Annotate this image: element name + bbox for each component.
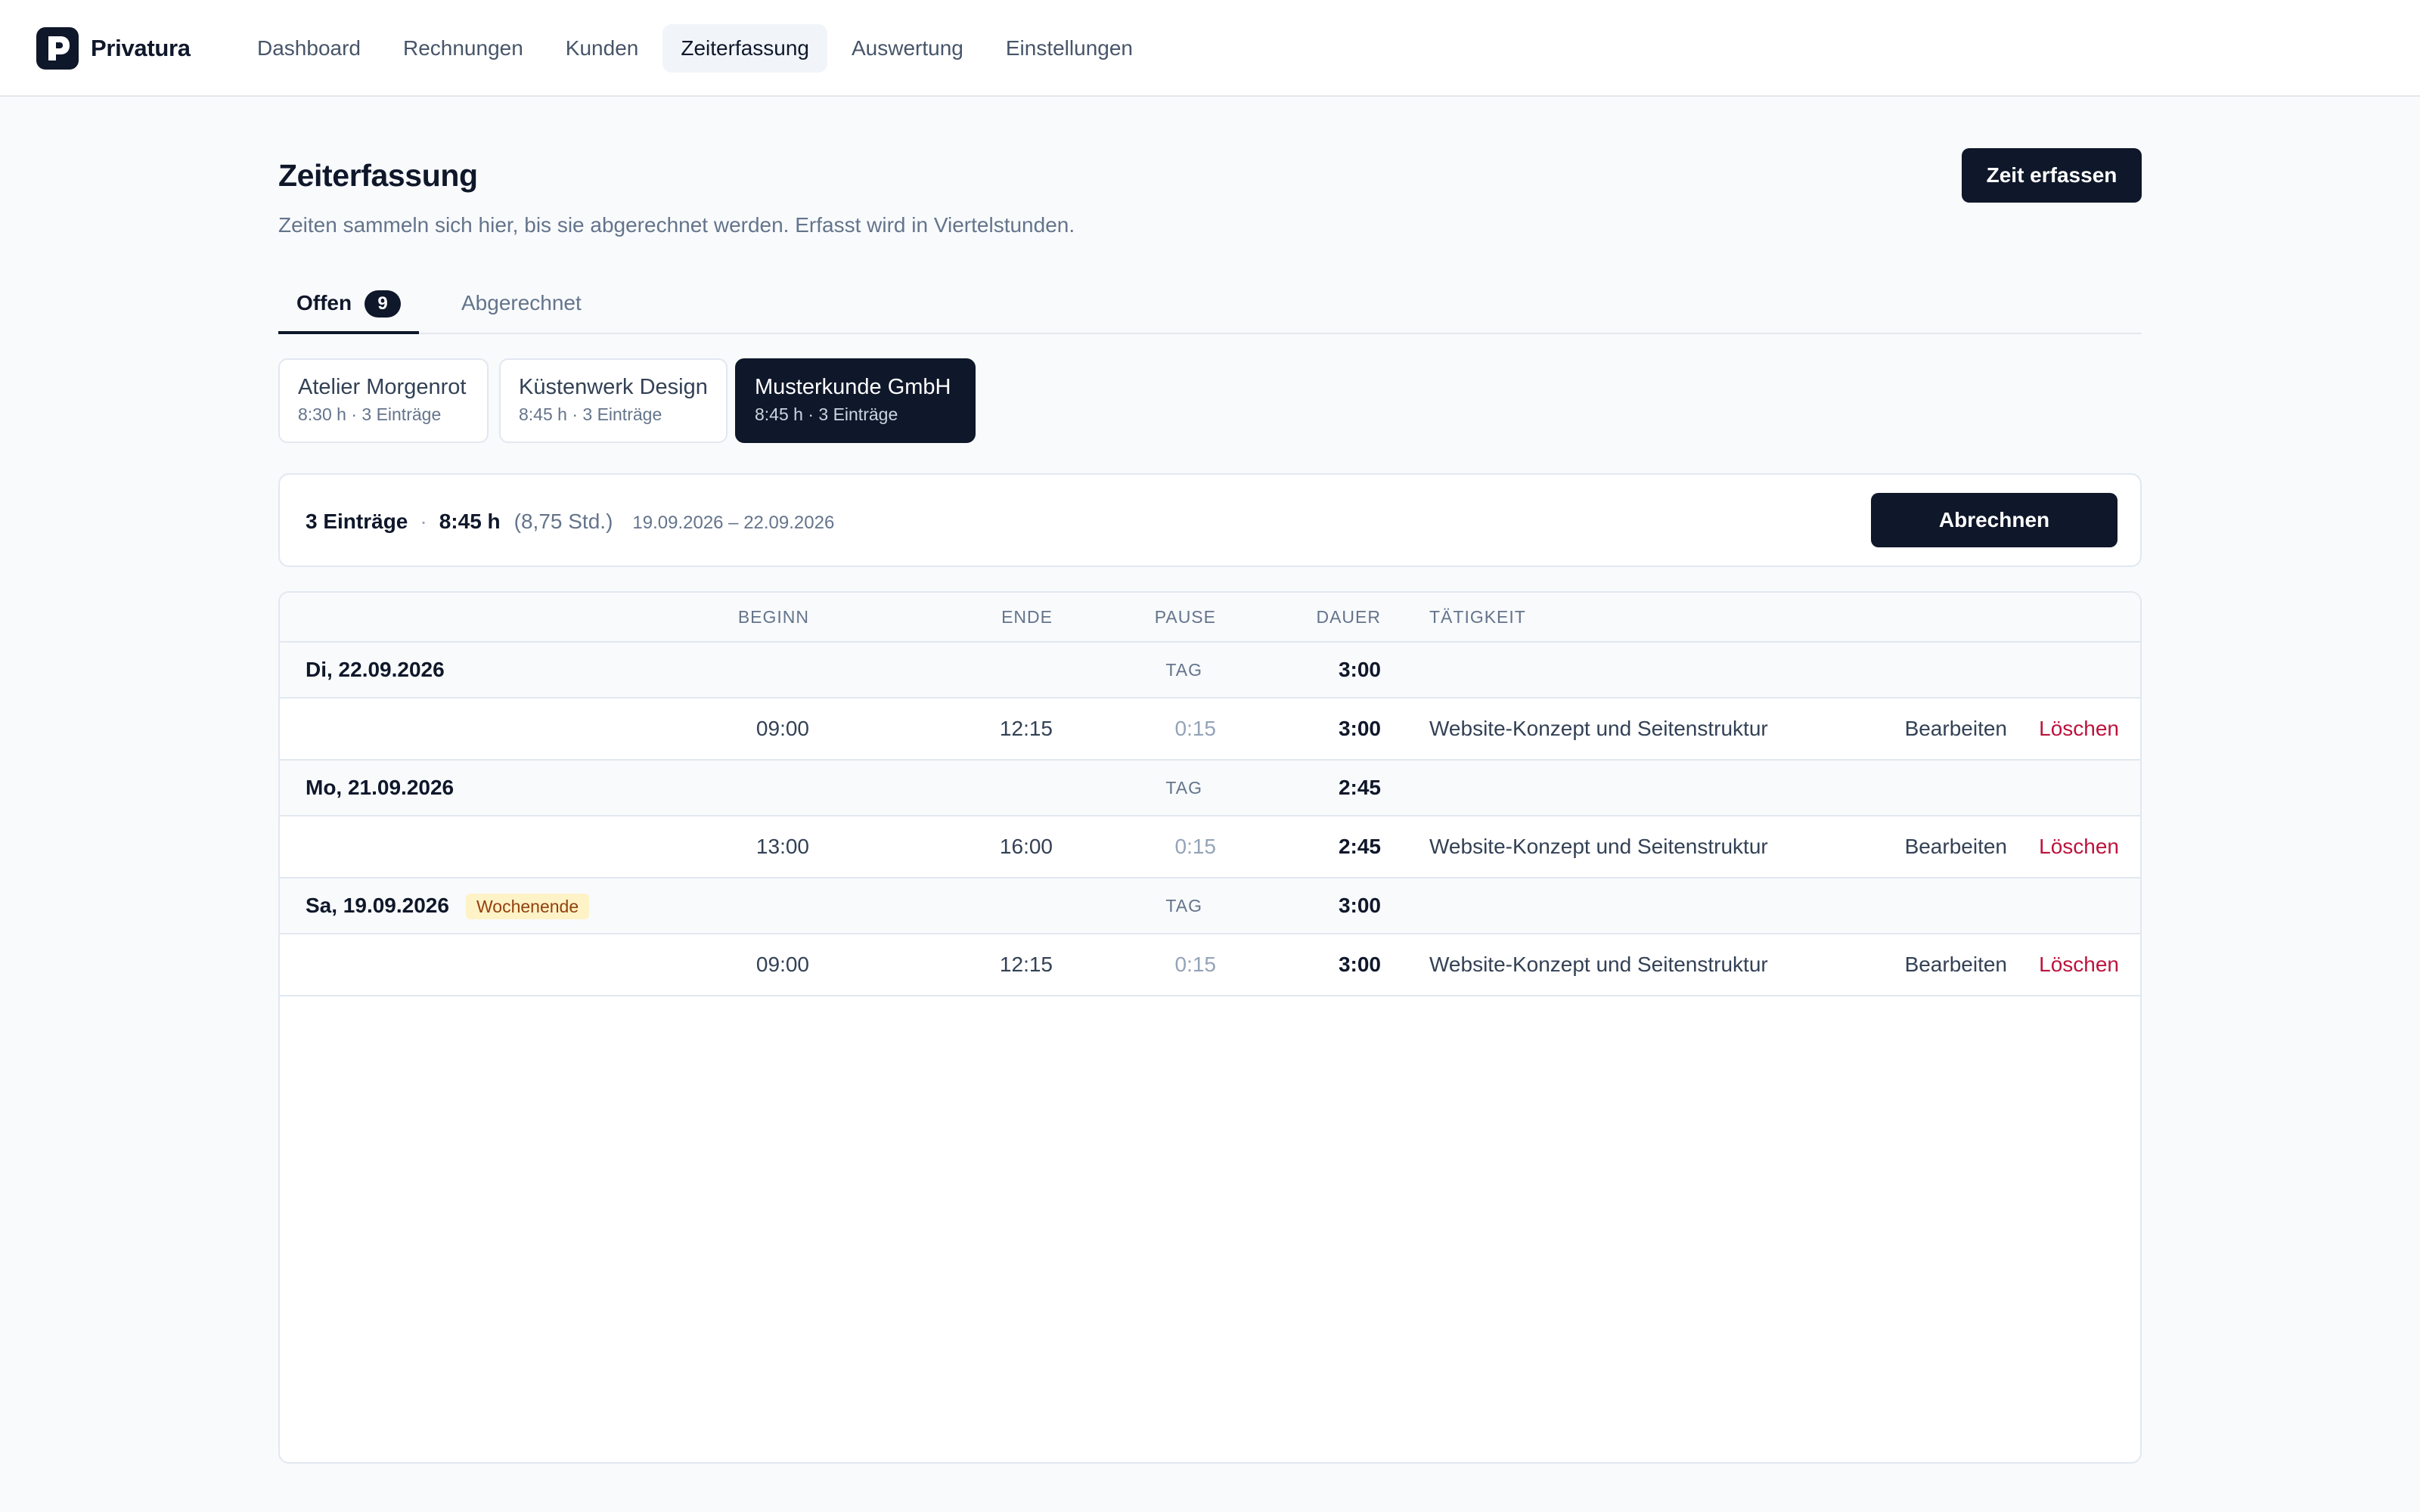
entry-end: 16:00 xyxy=(999,835,1053,858)
entry-begin: 09:00 xyxy=(755,953,809,976)
entry-activity: Website-Konzept und Seitenstruktur xyxy=(1429,717,1768,740)
entry-begin: 09:00 xyxy=(755,717,809,740)
weekend-badge: Wochenende xyxy=(466,894,590,919)
client-meta: 8:30 h · 3 Einträge xyxy=(298,404,442,424)
top-navigation-bar: Privatura Dashboard Rechnungen Kunden Ze… xyxy=(0,0,2420,97)
client-chip-atelier-morgenrot[interactable]: Atelier Morgenrot 8:30 h · 3 Einträge xyxy=(278,358,489,443)
page-title: Zeiterfassung xyxy=(278,158,478,193)
main-nav: Dashboard Rechnungen Kunden Zeiterfassun… xyxy=(239,24,1151,73)
nav-item-auswertung[interactable]: Auswertung xyxy=(833,24,982,73)
delete-button[interactable]: Löschen xyxy=(2027,934,2119,995)
separator-dot: · xyxy=(420,510,427,533)
day-date: Sa, 19.09.2026 xyxy=(306,894,449,917)
day-tag-label: TAG xyxy=(1165,660,1202,680)
edit-button[interactable]: Bearbeiten xyxy=(1886,934,2007,995)
column-header-end: ENDE xyxy=(1001,607,1053,627)
nav-item-rechnungen[interactable]: Rechnungen xyxy=(385,24,541,73)
day-group-row: Mo, 21.09.2026 TAG 2:45 xyxy=(280,761,2140,816)
bill-button[interactable]: Abrechnen xyxy=(1871,493,2118,547)
delete-button[interactable]: Löschen xyxy=(2027,699,2119,759)
tab-offen[interactable]: Offen 9 xyxy=(278,274,419,334)
table-row: 13:00 16:00 0:15 2:45 Website-Konzept un… xyxy=(280,816,2140,878)
add-time-button[interactable]: Zeit erfassen xyxy=(1962,148,2142,203)
nav-item-dashboard[interactable]: Dashboard xyxy=(239,24,379,73)
open-count-badge: 9 xyxy=(365,290,401,318)
nav-item-einstellungen[interactable]: Einstellungen xyxy=(988,24,1151,73)
entry-activity: Website-Konzept und Seitenstruktur xyxy=(1429,835,1768,858)
delete-button[interactable]: Löschen xyxy=(2027,816,2119,877)
entry-count: 3 Einträge xyxy=(306,510,408,533)
day-total: 2:45 xyxy=(1338,776,1381,799)
entry-begin: 13:00 xyxy=(755,835,809,858)
date-range: 19.09.2026 – 22.09.2026 xyxy=(632,513,835,533)
privatura-logo-icon[interactable] xyxy=(36,27,79,70)
edit-button[interactable]: Bearbeiten xyxy=(1886,816,2007,877)
day-tag-label: TAG xyxy=(1165,896,1202,916)
table-row: 09:00 12:15 0:15 3:00 Website-Konzept un… xyxy=(280,934,2140,996)
entry-activity: Website-Konzept und Seitenstruktur xyxy=(1429,953,1768,976)
entry-end: 12:15 xyxy=(999,717,1053,740)
tab-abgerechnet[interactable]: Abgerechnet xyxy=(443,274,600,334)
table-header: BEGINN ENDE PAUSE DAUER TÄTIGKEIT xyxy=(280,593,2140,643)
client-meta: 8:45 h · 3 Einträge xyxy=(755,404,898,424)
total-hours-decimal: (8,75 Std.) xyxy=(513,510,613,533)
nav-item-kunden[interactable]: Kunden xyxy=(548,24,657,73)
day-total: 3:00 xyxy=(1338,894,1381,917)
client-name: Küstenwerk Design xyxy=(519,375,708,399)
day-tag-label: TAG xyxy=(1165,778,1202,798)
client-chip-musterkunde-gmbh[interactable]: Musterkunde GmbH 8:45 h · 3 Einträge xyxy=(735,358,976,443)
edit-button[interactable]: Bearbeiten xyxy=(1886,699,2007,759)
client-name: Musterkunde GmbH xyxy=(755,375,951,399)
time-entries-table: BEGINN ENDE PAUSE DAUER TÄTIGKEIT Di, 22… xyxy=(278,591,2142,1464)
column-header-begin: BEGINN xyxy=(737,607,809,627)
day-date: Di, 22.09.2026 xyxy=(306,658,445,681)
status-tabs: Offen 9 Abgerechnet xyxy=(278,274,2142,334)
page-subtitle: Zeiten sammeln sich hier, bis sie abgere… xyxy=(278,213,1075,237)
client-chip-kuestenwerk-design[interactable]: Küstenwerk Design 8:45 h · 3 Einträge xyxy=(499,358,728,443)
nav-item-zeiterfassung[interactable]: Zeiterfassung xyxy=(662,24,827,73)
client-name: Atelier Morgenrot xyxy=(298,375,467,399)
entry-end: 12:15 xyxy=(999,953,1053,976)
day-group-row: Sa, 19.09.2026 Wochenende TAG 3:00 xyxy=(280,878,2140,934)
table-row: 09:00 12:15 0:15 3:00 Website-Konzept un… xyxy=(280,699,2140,761)
column-header-activity: TÄTIGKEIT xyxy=(1429,607,1526,627)
client-meta: 8:45 h · 3 Einträge xyxy=(519,404,662,424)
summary-line: 3 Einträge · 8:45 h (8,75 Std.) 19.09.20… xyxy=(306,505,834,538)
day-date: Mo, 21.09.2026 xyxy=(306,776,455,799)
billing-summary: 3 Einträge · 8:45 h (8,75 Std.) 19.09.20… xyxy=(278,473,2142,567)
tab-offen-label: Offen xyxy=(296,291,352,314)
app-name[interactable]: Privatura xyxy=(91,32,191,65)
day-total: 3:00 xyxy=(1338,658,1381,681)
day-group-row: Di, 22.09.2026 TAG 3:00 xyxy=(280,643,2140,699)
total-hours: 8:45 h xyxy=(439,510,501,533)
